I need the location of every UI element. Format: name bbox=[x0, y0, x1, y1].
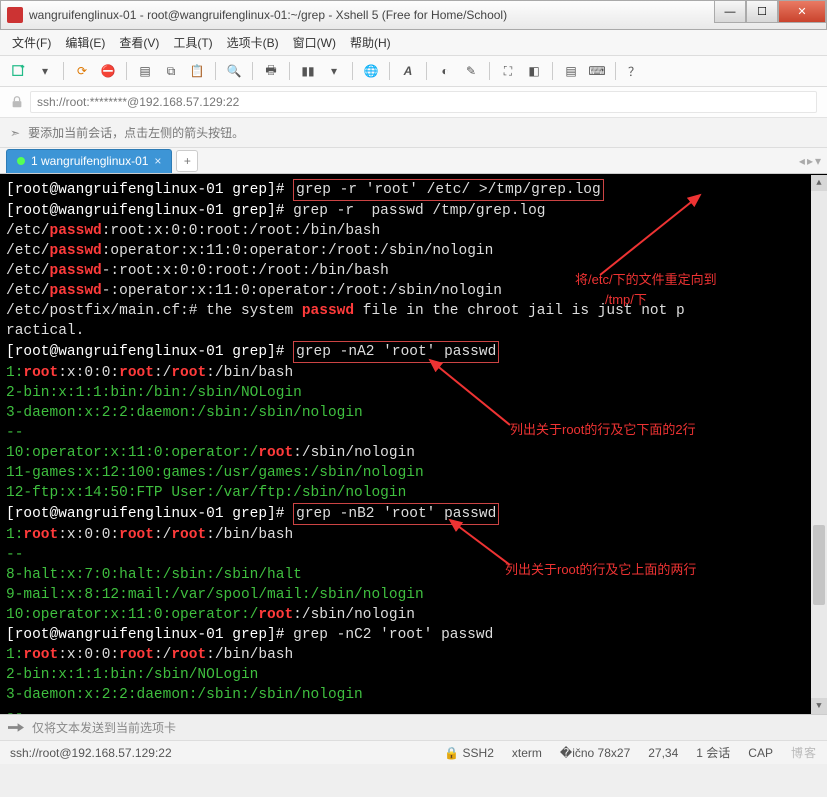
lock-icon bbox=[10, 95, 24, 109]
annotation-2: 列出关于root的行及它下面的2行 bbox=[510, 420, 696, 440]
app-icon bbox=[7, 7, 23, 23]
fullscreen-icon[interactable]: ⛶ bbox=[497, 60, 519, 82]
terminal[interactable]: ▲▼ [root@wangruifenglinux-01 grep]# grep… bbox=[0, 174, 827, 714]
menu-file[interactable]: 文件(F) bbox=[12, 34, 51, 51]
status-address: ssh://root@192.168.57.129:22 bbox=[10, 746, 172, 760]
hint-arrow-icon[interactable]: ➣ bbox=[10, 126, 20, 140]
send-bar: 仅将文本发送到当前选项卡 bbox=[0, 714, 827, 740]
color-scheme-icon[interactable]: ◐ bbox=[434, 60, 456, 82]
menu-edit[interactable]: 编辑(E) bbox=[65, 34, 105, 51]
find-icon[interactable]: 🔍 bbox=[223, 60, 245, 82]
tab-scroll-right-icon[interactable]: ▸ bbox=[807, 154, 813, 168]
font-icon[interactable]: A bbox=[397, 60, 419, 82]
split-icon[interactable]: ▮▮ bbox=[297, 60, 319, 82]
status-session: 1 会话 bbox=[696, 744, 730, 761]
watermark: 博客 bbox=[791, 744, 817, 761]
menu-view[interactable]: 查看(V) bbox=[119, 34, 159, 51]
status-caps: CAP bbox=[748, 746, 773, 760]
session-tab-active[interactable]: 1 wangruifenglinux-01 × bbox=[6, 149, 172, 173]
annotation-3: 列出关于root的行及它上面的两行 bbox=[505, 560, 696, 580]
disconnect-icon[interactable]: ⛔ bbox=[97, 60, 119, 82]
menu-tools[interactable]: 工具(T) bbox=[173, 34, 212, 51]
transparency-icon[interactable]: ◧ bbox=[523, 60, 545, 82]
terminal-scrollbar[interactable]: ▲▼ bbox=[811, 175, 827, 714]
tab-menu-icon[interactable]: ▾ bbox=[815, 154, 821, 168]
paste-icon[interactable]: 📋 bbox=[186, 60, 208, 82]
status-lock-icon: 🔒 SSH2 bbox=[444, 746, 494, 760]
menu-bar: 文件(F) 编辑(E) 查看(V) 工具(T) 选项卡(B) 窗口(W) 帮助(… bbox=[0, 30, 827, 56]
address-bar: ssh://root:********@192.168.57.129:22 bbox=[0, 87, 827, 118]
menu-tabs[interactable]: 选项卡(B) bbox=[227, 34, 279, 51]
menu-help[interactable]: 帮助(H) bbox=[350, 34, 391, 51]
status-size: �ično 78x27 bbox=[560, 746, 630, 760]
script-icon[interactable]: ▤ bbox=[560, 60, 582, 82]
key-icon[interactable]: ⌨ bbox=[586, 60, 608, 82]
toolbar: ▾ ⟳ ⛔ ▤ ⧉ 📋 🔍 🖶 ▮▮ ▾ 🌐 A ◐ ✎ ⛶ ◧ ▤ ⌨ ？ bbox=[0, 56, 827, 87]
close-button[interactable]: ✕ bbox=[778, 1, 826, 23]
copy-icon[interactable]: ⧉ bbox=[160, 60, 182, 82]
hint-bar: ➣ 要添加当前会话，点击左侧的箭头按钮。 bbox=[0, 118, 827, 148]
tab-scroll-left-icon[interactable]: ◂ bbox=[799, 154, 805, 168]
annotation-1: 将/etc/下的文件重定向到/tmp/下 bbox=[575, 270, 717, 310]
boxed-cmd-2: grep -nA2 'root' passwd bbox=[293, 341, 499, 363]
status-bar: ssh://root@192.168.57.129:22 🔒 SSH2 xter… bbox=[0, 740, 827, 764]
reconnect-icon[interactable]: ⟳ bbox=[71, 60, 93, 82]
send-icon[interactable] bbox=[8, 721, 24, 735]
session-tabs: 1 wangruifenglinux-01 × + ◂ ▸ ▾ bbox=[0, 148, 827, 174]
window-titlebar: wangruifenglinux-01 - root@wangruifengli… bbox=[0, 0, 827, 30]
hint-text: 要添加当前会话，点击左侧的箭头按钮。 bbox=[28, 124, 244, 141]
tab-label: 1 wangruifenglinux-01 bbox=[31, 154, 148, 168]
address-input[interactable]: ssh://root:********@192.168.57.129:22 bbox=[30, 91, 817, 113]
new-session-icon[interactable] bbox=[8, 60, 30, 82]
tab-add-button[interactable]: + bbox=[176, 150, 198, 172]
maximize-button[interactable]: ☐ bbox=[746, 1, 778, 23]
send-text: 仅将文本发送到当前选项卡 bbox=[32, 719, 176, 736]
globe-icon[interactable]: 🌐 bbox=[360, 60, 382, 82]
open-icon[interactable]: ▾ bbox=[34, 60, 56, 82]
window-title: wangruifenglinux-01 - root@wangruifengli… bbox=[29, 8, 714, 22]
properties-icon[interactable]: ▤ bbox=[134, 60, 156, 82]
highlight-icon[interactable]: ✎ bbox=[460, 60, 482, 82]
minimize-button[interactable]: — bbox=[714, 1, 746, 23]
layout-icon[interactable]: ▾ bbox=[323, 60, 345, 82]
tab-close-icon[interactable]: × bbox=[154, 154, 161, 168]
print-icon[interactable]: 🖶 bbox=[260, 60, 282, 82]
menu-window[interactable]: 窗口(W) bbox=[293, 34, 336, 51]
boxed-cmd-1: grep -r 'root' /etc/ >/tmp/grep.log bbox=[293, 179, 604, 201]
boxed-cmd-3: grep -nB2 'root' passwd bbox=[293, 503, 499, 525]
help-icon[interactable]: ？ bbox=[623, 60, 645, 82]
status-pos: 27,34 bbox=[648, 746, 678, 760]
status-term: xterm bbox=[512, 746, 542, 760]
